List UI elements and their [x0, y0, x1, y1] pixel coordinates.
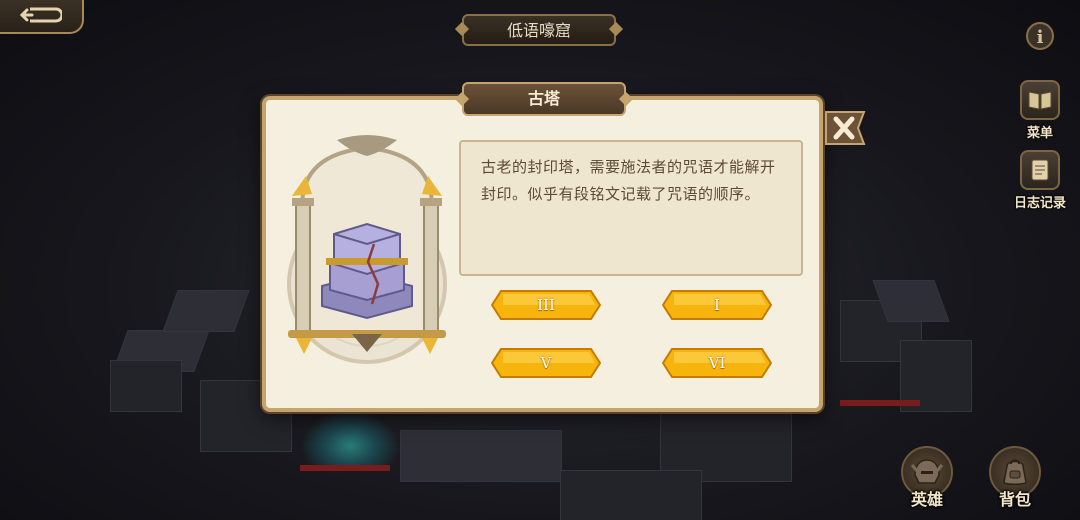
book-icon	[1020, 80, 1060, 120]
stone-block	[400, 430, 562, 482]
scroll-icon	[1020, 150, 1060, 190]
info-button[interactable]: i	[1026, 22, 1054, 50]
spell-option-button[interactable]: V	[491, 348, 601, 378]
stone-block	[560, 470, 702, 520]
teal-portal-glow	[300, 410, 400, 470]
stone-block	[110, 360, 182, 412]
heroes-label: 英雄	[910, 490, 943, 509]
bag-button[interactable]: 背包	[984, 446, 1046, 510]
spell-option-label: I	[714, 296, 720, 314]
spell-option-button[interactable]: VI	[662, 348, 772, 378]
heroes-button[interactable]: 英雄	[896, 446, 958, 510]
menu-button[interactable]: 菜单	[1010, 80, 1070, 141]
lava-edge	[300, 465, 390, 471]
stone-block	[162, 290, 250, 332]
close-x-icon	[825, 111, 866, 145]
spell-option-label: V	[540, 354, 552, 372]
close-button[interactable]	[822, 108, 868, 148]
spell-option-button[interactable]: I	[662, 290, 772, 320]
spell-option-label: III	[537, 296, 555, 314]
ancient-tower-dialog: 古塔 古老的封印塔，需要施法者的咒语才能解开封印。似乎有段铭文记载了咒语的顺序。	[262, 82, 823, 412]
menu-label: 菜单	[1026, 126, 1053, 141]
location-title: 低语嚎窟	[462, 14, 616, 46]
back-button[interactable]	[0, 0, 84, 34]
dialog-title: 古塔	[462, 82, 626, 116]
journal-button[interactable]: 日志记录	[1010, 150, 1070, 211]
spell-option-button[interactable]: III	[491, 290, 601, 320]
description-text: 古老的封印塔，需要施法者的咒语才能解开封印。似乎有段铭文记载了咒语的顺序。	[481, 158, 776, 203]
description-box: 古老的封印塔，需要施法者的咒语才能解开封印。似乎有段铭文记载了咒语的顺序。	[459, 140, 803, 276]
spell-option-label: VI	[708, 354, 726, 372]
bag-label: 背包	[998, 490, 1031, 509]
lava-edge	[840, 400, 920, 406]
ancient-tower-portrait	[287, 135, 447, 364]
info-icon: i	[1036, 27, 1044, 48]
journal-label: 日志记录	[1013, 196, 1066, 211]
back-arrow-icon	[20, 7, 62, 23]
